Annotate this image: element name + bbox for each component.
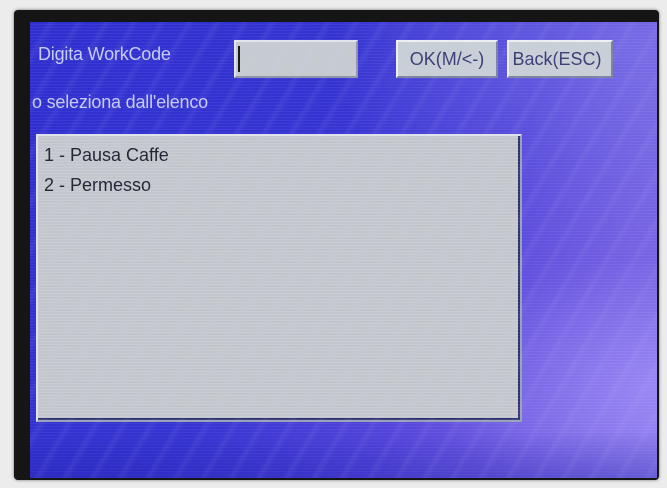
- text-cursor: [238, 46, 240, 72]
- back-button[interactable]: Back(ESC): [507, 40, 613, 78]
- list-prompt: o seleziona dall'elenco: [32, 92, 208, 112]
- workcode-list[interactable]: 1 - Pausa Caffe 2 - Permesso: [36, 134, 522, 422]
- terminal-screen: Digita WorkCode OK(M/<-) Back(ESC) o sel…: [30, 22, 657, 478]
- list-item-permesso[interactable]: 2 - Permesso: [44, 170, 514, 200]
- bottom-bar: [30, 430, 657, 478]
- workcode-input[interactable]: [234, 40, 358, 78]
- list-item-pausa-caffe[interactable]: 1 - Pausa Caffe: [44, 140, 514, 170]
- ok-button[interactable]: OK(M/<-): [396, 40, 498, 78]
- workcode-label: Digita WorkCode: [38, 44, 171, 64]
